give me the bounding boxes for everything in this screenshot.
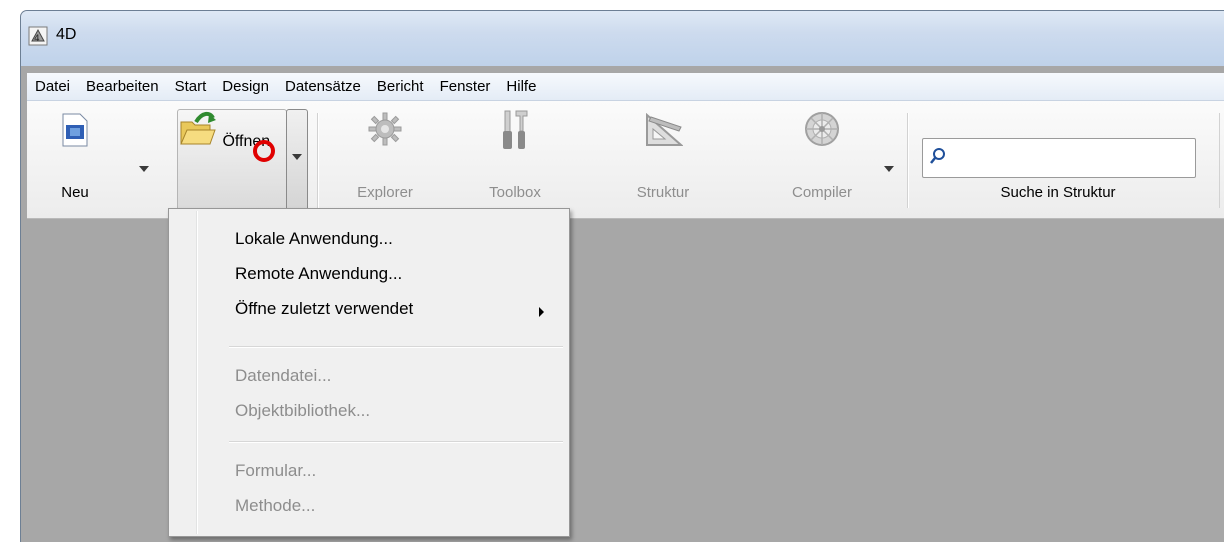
compiler-disc-icon <box>805 112 839 146</box>
tools-icon <box>503 110 528 149</box>
title-bar: 4 4D <box>21 11 1224 66</box>
svg-text:4: 4 <box>34 34 40 44</box>
search-icon <box>930 148 945 164</box>
menu-item-form[interactable]: Formular... <box>235 461 316 481</box>
menu-datensaetze[interactable]: Datensätze <box>277 73 369 100</box>
compiler-button[interactable]: Compiler <box>767 101 877 218</box>
new-dropdown-arrow-icon[interactable] <box>139 166 149 172</box>
gear-icon <box>368 112 402 146</box>
window-title: 4D <box>56 26 77 43</box>
toolbar-separator <box>907 113 909 208</box>
toolbar: Neu Öffnen Explorer Toolbox Struktur Com… <box>27 101 1224 219</box>
new-button[interactable]: Neu <box>45 101 105 218</box>
open-dropdown-arrow-icon <box>292 154 302 160</box>
app-4d-icon: 4 <box>28 26 48 46</box>
search-field[interactable] <box>922 138 1196 178</box>
toolbox-button[interactable]: Toolbox <box>467 101 563 218</box>
menu-bericht[interactable]: Bericht <box>369 73 432 100</box>
open-button[interactable]: Öffnen <box>177 109 287 211</box>
set-square-icon <box>646 113 683 146</box>
menu-separator <box>229 441 563 443</box>
menu-hilfe[interactable]: Hilfe <box>498 73 544 100</box>
search-input[interactable] <box>953 147 1187 165</box>
submenu-arrow-icon <box>539 307 544 317</box>
explorer-label: Explorer <box>357 184 413 201</box>
menu-item-local-app[interactable]: Lokale Anwendung... <box>235 229 393 249</box>
new-label: Neu <box>61 184 89 201</box>
toolbar-separator <box>1219 113 1220 208</box>
structure-label: Struktur <box>636 184 690 201</box>
menu-design[interactable]: Design <box>214 73 277 100</box>
menu-bar: Datei Bearbeiten Start Design Datensätze… <box>27 73 1224 101</box>
compiler-dropdown-arrow-icon[interactable] <box>884 166 894 172</box>
open-split-button[interactable] <box>286 109 308 211</box>
menu-item-object-library[interactable]: Objektbibliothek... <box>235 401 370 421</box>
menu-item-method[interactable]: Methode... <box>235 496 315 516</box>
compiler-label: Compiler <box>791 184 852 201</box>
explorer-button[interactable]: Explorer <box>337 101 433 218</box>
search-label: Suche in Struktur <box>1000 184 1116 201</box>
new-document-icon <box>62 113 88 147</box>
structure-button[interactable]: Struktur <box>615 101 711 218</box>
highlight-ring <box>253 140 275 162</box>
menu-item-data-file[interactable]: Datendatei... <box>235 366 331 386</box>
menu-item-remote-app[interactable]: Remote Anwendung... <box>235 264 402 284</box>
open-dropdown-menu: Lokale Anwendung... Remote Anwendung... … <box>168 208 570 537</box>
menu-separator <box>229 346 563 348</box>
toolbox-label: Toolbox <box>489 184 541 201</box>
open-folder-icon <box>180 111 216 145</box>
menu-bearbeiten[interactable]: Bearbeiten <box>78 73 167 100</box>
menu-icon-gutter <box>196 211 198 534</box>
menu-fenster[interactable]: Fenster <box>432 73 499 100</box>
menu-datei[interactable]: Datei <box>27 73 78 100</box>
menu-start[interactable]: Start <box>167 73 215 100</box>
menu-item-recent[interactable]: Öffne zuletzt verwendet <box>235 299 413 319</box>
toolbar-separator <box>317 113 319 208</box>
